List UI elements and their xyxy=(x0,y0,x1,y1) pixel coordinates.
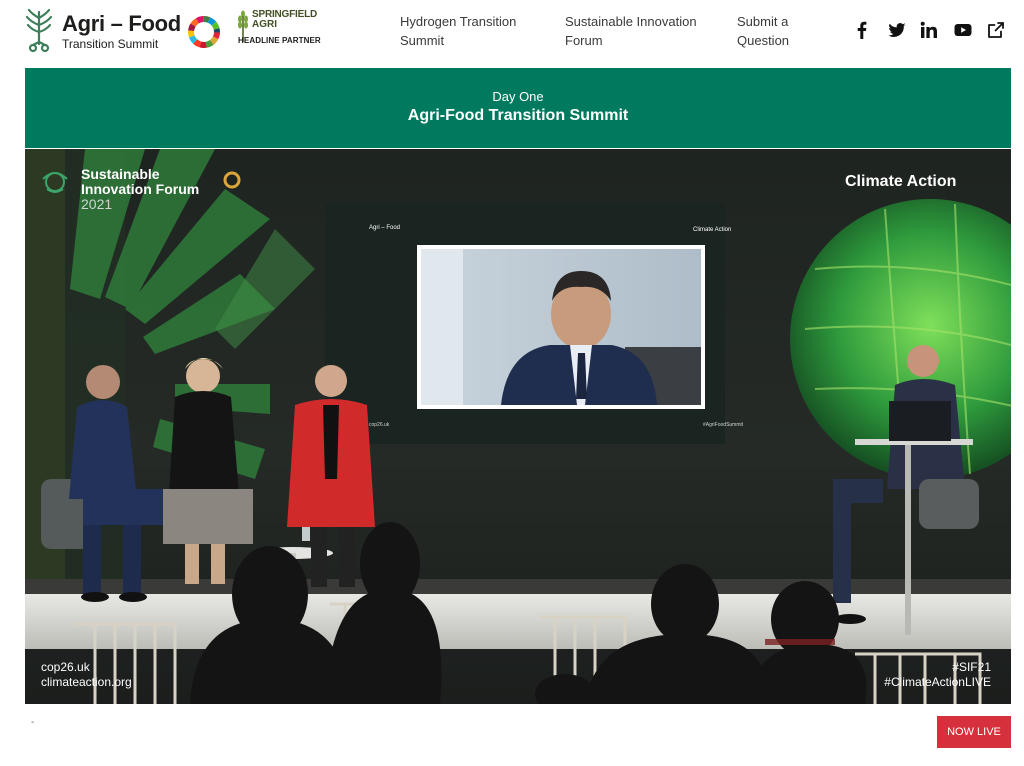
overlay-hashtag-live: #ClimateActionLIVE xyxy=(884,675,991,689)
screen-label-left-top: Agri – Food xyxy=(369,225,400,231)
session-banner: Day One Agri-Food Transition Summit xyxy=(25,68,1011,148)
video-frame: Agri – Food Climate Action cop26.uk #Agr… xyxy=(25,149,1011,704)
youtube-icon[interactable] xyxy=(953,20,973,40)
brand-name: Agri – Food xyxy=(62,10,181,36)
screen-label-left-bottom: cop26.uk xyxy=(369,422,390,428)
overlay-forum-year: 2021 xyxy=(81,196,113,212)
partner-text: SPRINGFIELD AGRI HEADLINE PARTNER xyxy=(238,10,321,45)
overlay-climate-action: Climate Action xyxy=(845,173,957,190)
now-live-button[interactable]: NOW LIVE xyxy=(937,716,1011,748)
overlay-hashtag-sif: #SIF21 xyxy=(952,660,991,674)
headline-partner-logo: SPRINGFIELD AGRI HEADLINE PARTNER xyxy=(236,10,321,45)
nav-hydrogen-summit[interactable]: Hydrogen Transition Summit xyxy=(400,12,540,50)
agri-food-leaf-icon xyxy=(25,8,53,53)
sdg-wheel-icon xyxy=(188,16,220,48)
overlay-bottom-right: #SIF21 #ClimateActionLIVE xyxy=(884,660,991,690)
screen-label-right-bottom: #AgriFoodSummit xyxy=(703,422,744,428)
live-video-player[interactable]: Agri – Food Climate Action cop26.uk #Agr… xyxy=(25,149,1011,704)
screen-label-right-top: Climate Action xyxy=(693,227,731,233)
site-header: Agri – Food Transition Summit SPRINGFIEL… xyxy=(0,0,1024,68)
banner-day-label: Day One xyxy=(492,89,544,104)
brand-logo-link[interactable]: Agri – Food Transition Summit xyxy=(24,6,181,56)
twitter-icon[interactable] xyxy=(887,20,907,40)
brand-subtitle: Transition Summit xyxy=(62,36,159,51)
overlay-bottom-left: cop26.uk climateaction.org xyxy=(41,660,132,690)
external-link-icon[interactable] xyxy=(986,20,1006,40)
facebook-icon[interactable] xyxy=(852,20,872,40)
overlay-cop26-url: cop26.uk xyxy=(41,660,90,674)
partner-name-2: AGRI xyxy=(252,19,277,30)
banner-title: Agri-Food Transition Summit xyxy=(407,107,629,124)
nav-submit-question[interactable]: Submit a Question xyxy=(737,12,817,50)
overlay-forum-title: Sustainable Innovation Forum 2021 xyxy=(81,167,199,212)
overlay-forum-line2: Innovation Forum xyxy=(81,181,200,197)
overlay-climateaction-url: climateaction.org xyxy=(41,675,132,689)
partner-tagline: HEADLINE PARTNER xyxy=(238,36,321,45)
overlay-forum-line1: Sustainable xyxy=(81,166,160,182)
brand-text: Agri – Food Transition Summit xyxy=(62,10,181,51)
nav-sustainable-innovation-forum[interactable]: Sustainable Innovation Forum xyxy=(565,12,715,50)
linkedin-icon[interactable] xyxy=(919,20,939,40)
caption-dash: - xyxy=(31,717,35,728)
sdg-mini-icon xyxy=(223,171,241,189)
